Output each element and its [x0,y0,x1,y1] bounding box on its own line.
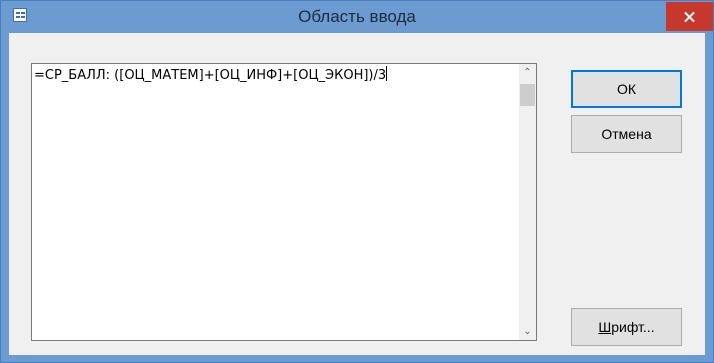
chevron-down-icon[interactable]: ⌄ [519,323,536,340]
editor-text-container[interactable]: =СР_БАЛЛ: ([ОЦ_МАТЕМ]+[ОЦ_ИНФ]+[ОЦ_ЭКОН]… [34,66,514,85]
font-button[interactable]: Шрифт... [571,308,682,346]
zoom-dialog-window: Область ввода =СР_БАЛЛ: ([ОЦ_МАТЕМ]+[ОЦ_… [0,0,714,363]
expression-text: =СР_БАЛЛ: ([ОЦ_МАТЕМ]+[ОЦ_ИНФ]+[ОЦ_ЭКОН]… [34,68,387,83]
title-bar[interactable]: Область ввода [1,1,713,32]
ok-button[interactable]: ОК [571,70,682,108]
scrollbar-thumb[interactable] [520,84,535,106]
cancel-button[interactable]: Отмена [571,115,682,153]
chevron-up-icon[interactable]: ⌃ [519,64,536,81]
text-caret [386,66,388,81]
close-button[interactable] [666,2,713,31]
font-button-accelerator: Ш [598,319,612,335]
vertical-scrollbar[interactable]: ⌃ ⌄ [519,64,536,340]
dialog-title: Область ввода [298,7,416,26]
dialog-body: =СР_БАЛЛ: ([ОЦ_МАТЕМ]+[ОЦ_ИНФ]+[ОЦ_ЭКОН]… [9,33,705,355]
expression-editor[interactable]: =СР_БАЛЛ: ([ОЦ_МАТЕМ]+[ОЦ_ИНФ]+[ОЦ_ЭКОН]… [31,63,537,341]
font-button-label: рифт... [611,319,655,335]
